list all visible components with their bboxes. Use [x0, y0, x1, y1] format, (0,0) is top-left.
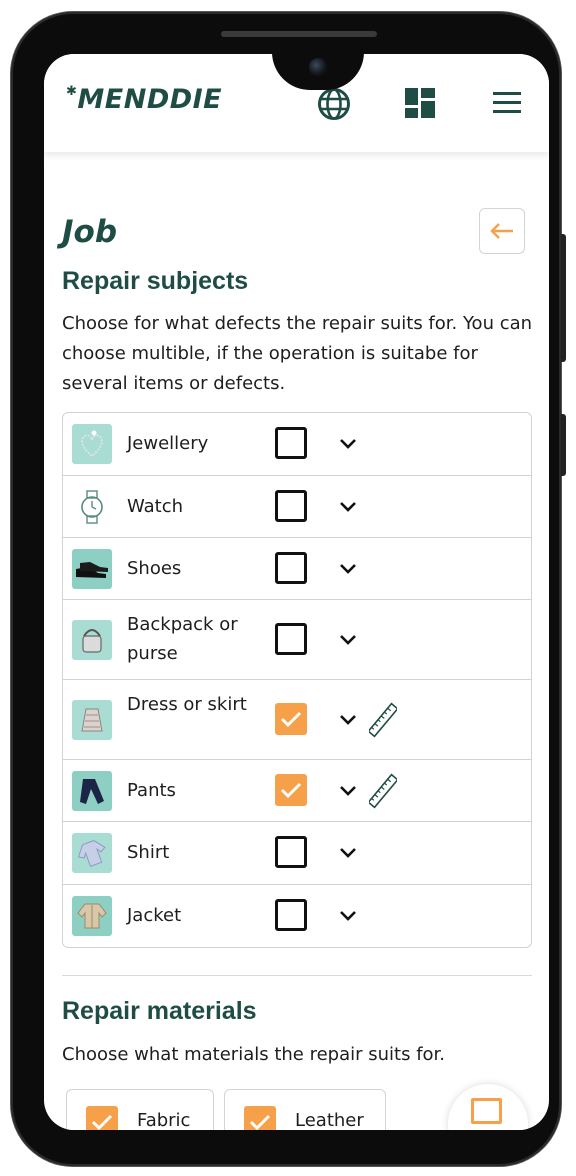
checkmark-icon — [91, 1114, 113, 1130]
logo-mark-icon: ✱ — [66, 84, 78, 99]
shirt-thumbnail — [72, 833, 112, 873]
pants-thumbnail — [72, 771, 112, 811]
material-label: Leather — [295, 1110, 364, 1130]
list-item: Jacket — [63, 885, 531, 947]
chevron-down-icon[interactable] — [339, 563, 357, 575]
section-divider — [62, 975, 532, 976]
chevron-down-icon[interactable] — [339, 910, 357, 922]
jewellery-checkbox[interactable] — [275, 427, 307, 459]
phone-frame: ✱MENDDIE Job Repair subjects Choose for … — [11, 12, 566, 1166]
chevron-down-icon[interactable] — [339, 634, 357, 646]
item-label: Backpack or purse — [127, 614, 238, 664]
chat-icon — [471, 1098, 502, 1124]
globe-icon[interactable] — [317, 87, 351, 121]
phone-speaker — [221, 31, 377, 37]
measure-ruler-icon[interactable] — [369, 773, 397, 809]
material-label: Fabric — [137, 1110, 191, 1130]
list-item: Pants — [63, 760, 531, 822]
pants-checkbox[interactable] — [275, 774, 307, 806]
jewellery-thumbnail — [72, 424, 112, 464]
back-button[interactable] — [479, 208, 525, 254]
list-item: Shoes — [63, 538, 531, 600]
brand-logo[interactable]: ✱MENDDIE — [66, 84, 222, 115]
item-label: Shoes — [127, 558, 182, 579]
page-title: Job — [62, 214, 118, 250]
front-camera — [309, 58, 327, 76]
menu-icon[interactable] — [493, 92, 521, 114]
watch-thumbnail — [72, 487, 112, 527]
repair-subjects-list: Jewellery Watch Shoes Backpack or purse … — [62, 412, 532, 948]
backpack-checkbox[interactable] — [275, 623, 307, 655]
fabric-checkbox[interactable] — [86, 1106, 118, 1130]
watch-checkbox[interactable] — [275, 490, 307, 522]
brand-name: MENDDIE — [77, 84, 223, 115]
arrow-left-icon — [490, 223, 513, 239]
shoes-checkbox[interactable] — [275, 552, 307, 584]
item-label: Shirt — [127, 842, 170, 863]
dress-checkbox[interactable] — [275, 703, 307, 735]
jacket-checkbox[interactable] — [275, 899, 307, 931]
list-item: Dress or skirt — [63, 680, 531, 760]
repair-subjects-description: Choose for what defects the repair suits… — [62, 313, 533, 394]
item-label: Dress or skirt — [127, 694, 247, 715]
repair-materials-description: Choose what materials the repair suits f… — [62, 1044, 446, 1065]
list-item: Shirt — [63, 822, 531, 885]
chevron-down-icon[interactable] — [339, 714, 357, 726]
chat-button[interactable] — [448, 1084, 528, 1130]
item-label: Watch — [127, 496, 184, 517]
material-option-fabric[interactable]: Fabric — [66, 1089, 214, 1130]
jacket-thumbnail — [72, 896, 112, 936]
backpack-thumbnail — [72, 620, 112, 660]
shirt-checkbox[interactable] — [275, 836, 307, 868]
screen: ✱MENDDIE Job Repair subjects Choose for … — [44, 54, 549, 1130]
checkmark-icon — [280, 782, 302, 798]
list-item: Watch — [63, 476, 531, 538]
item-label: Jacket — [127, 905, 182, 926]
list-item: Backpack or purse — [63, 600, 531, 680]
repair-materials-title: Repair materials — [62, 997, 257, 1025]
list-item: Jewellery — [63, 413, 531, 476]
dress-thumbnail — [72, 700, 112, 740]
leather-checkbox[interactable] — [244, 1106, 276, 1130]
measure-ruler-icon[interactable] — [369, 702, 397, 738]
checkmark-icon — [249, 1114, 271, 1130]
dashboard-icon[interactable] — [405, 88, 435, 118]
power-button — [561, 414, 566, 476]
item-label: Jewellery — [127, 433, 209, 454]
chevron-down-icon[interactable] — [339, 438, 357, 450]
chevron-down-icon[interactable] — [339, 847, 357, 859]
shoes-thumbnail — [72, 549, 112, 589]
item-label: Pants — [127, 780, 176, 801]
repair-subjects-title: Repair subjects — [62, 267, 249, 295]
volume-button — [561, 234, 566, 362]
material-option-leather[interactable]: Leather — [224, 1089, 386, 1130]
chevron-down-icon[interactable] — [339, 785, 357, 797]
chevron-down-icon[interactable] — [339, 501, 357, 513]
checkmark-icon — [280, 711, 302, 727]
